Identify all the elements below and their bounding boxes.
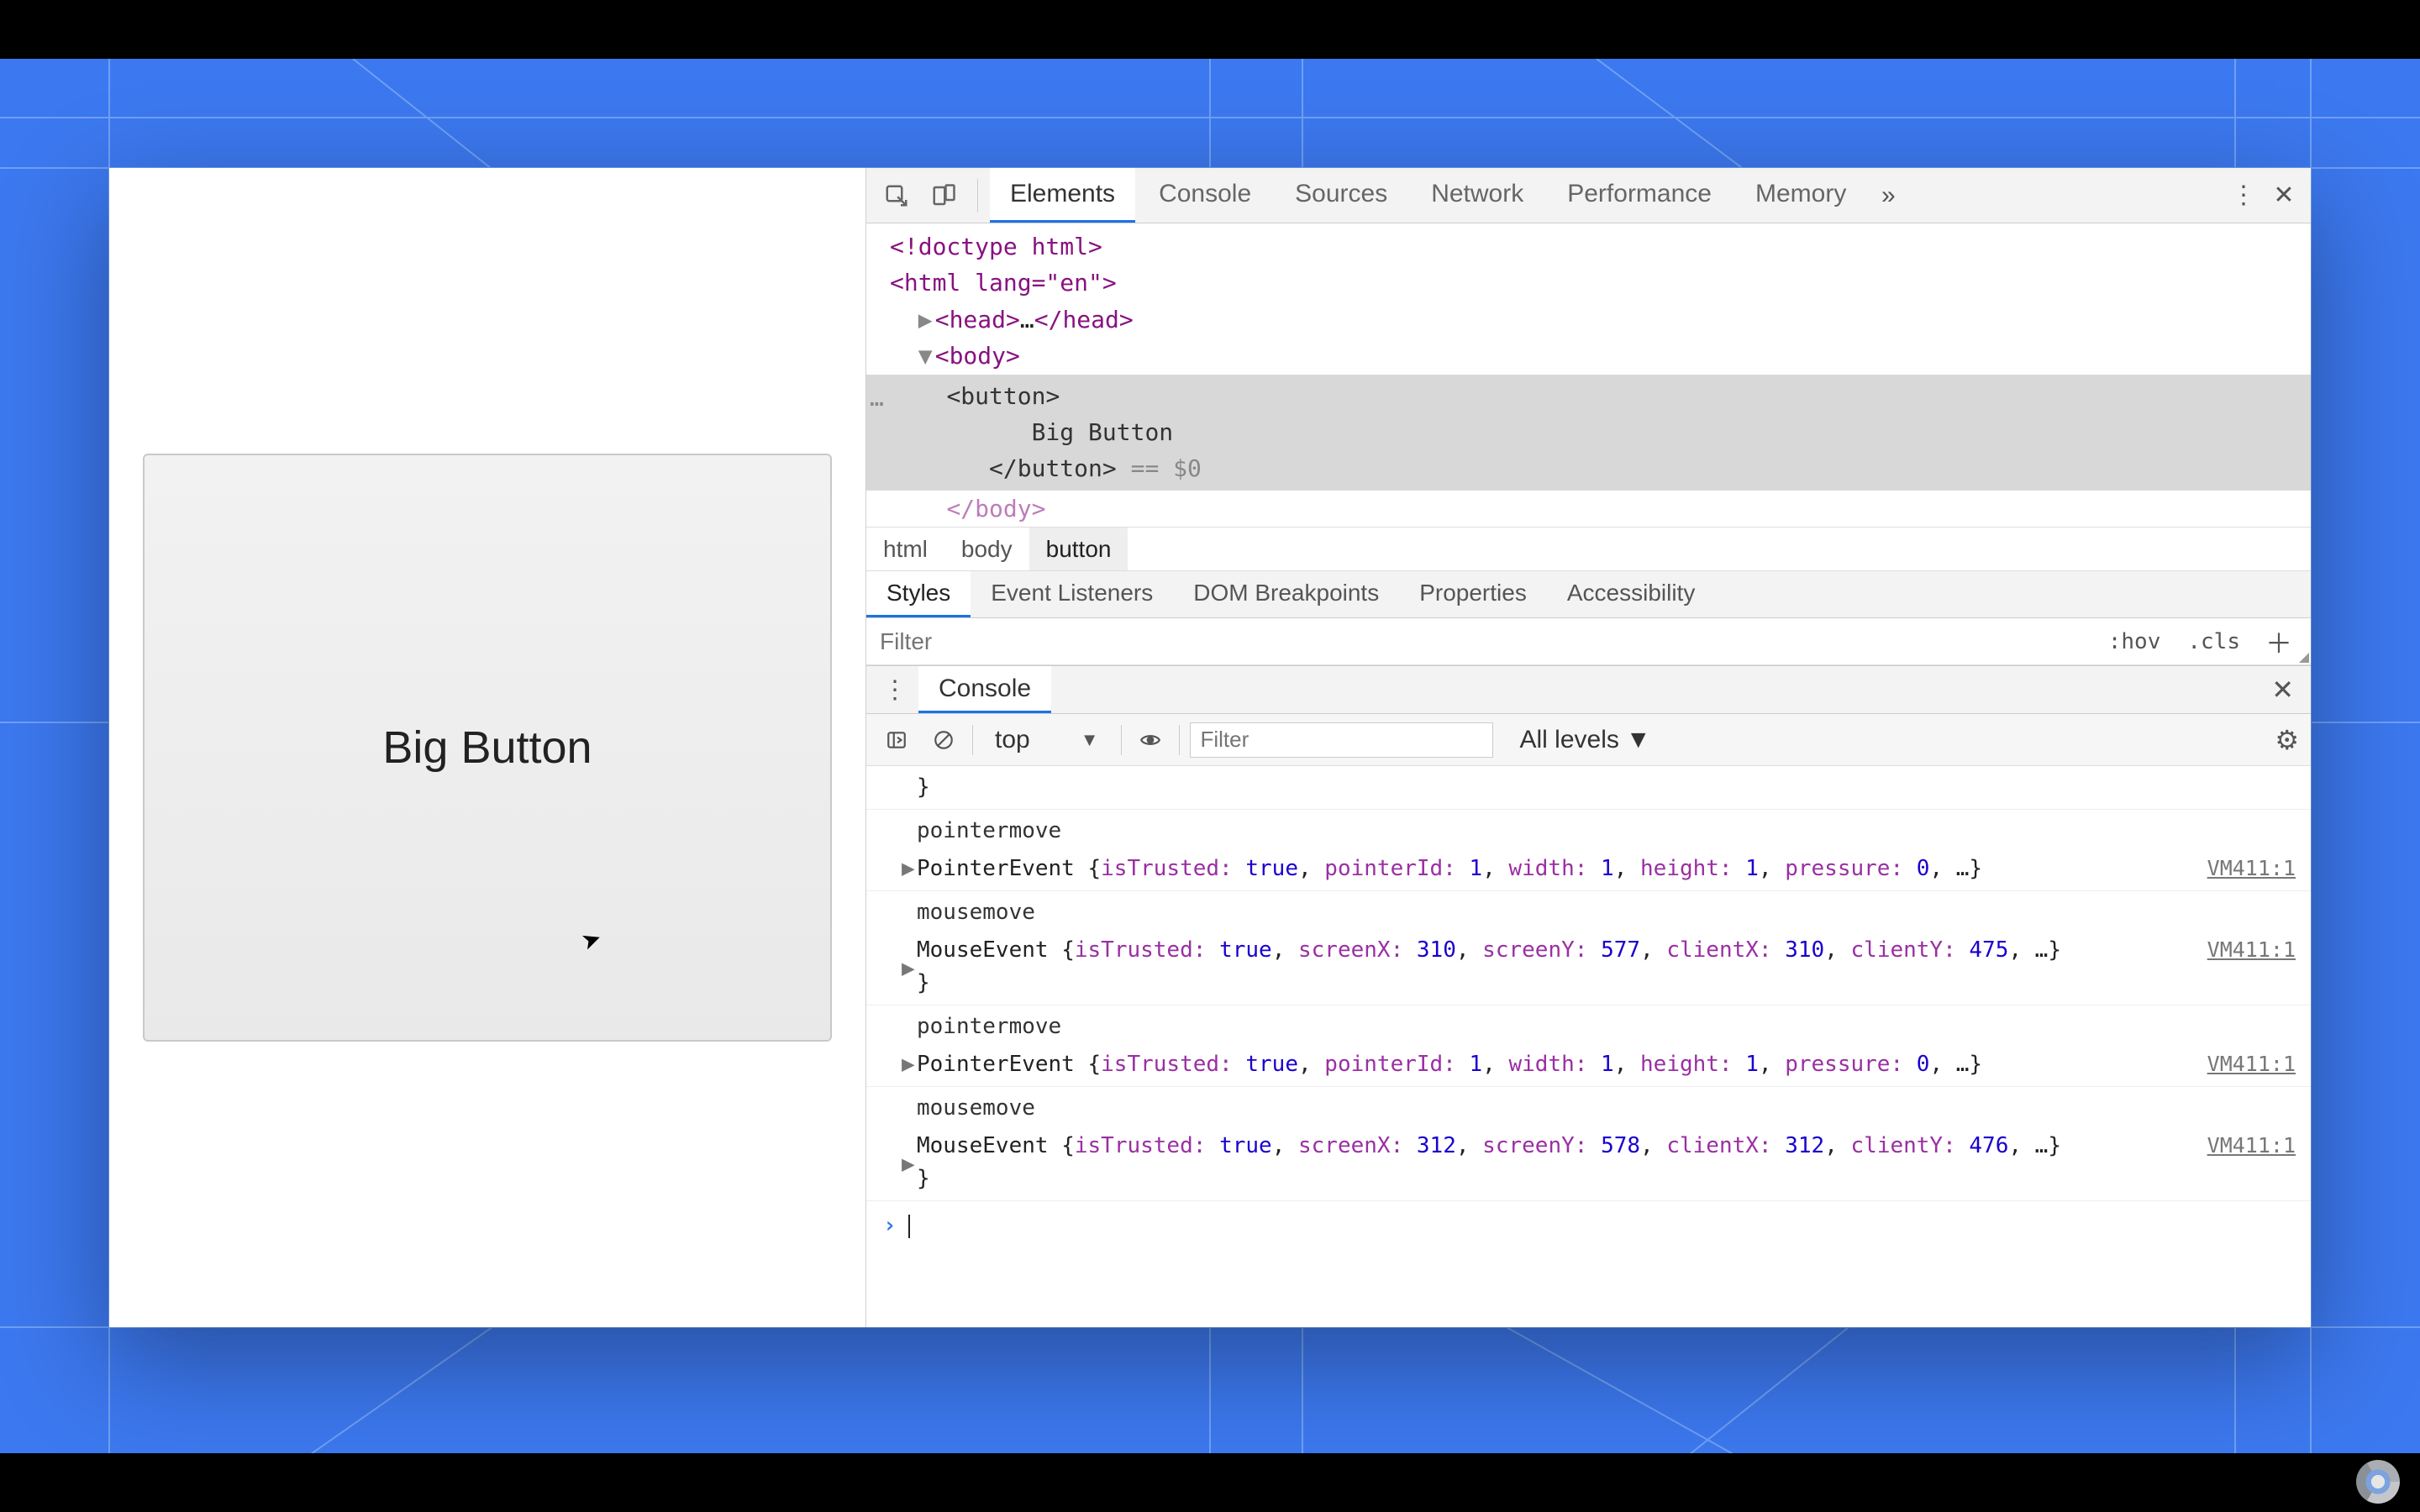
text-caret: [908, 1215, 910, 1238]
log-levels-select[interactable]: All levels ▼: [1503, 726, 1651, 754]
tab-elements[interactable]: Elements: [990, 168, 1135, 223]
log-source-link[interactable]: VM411:1: [2207, 853, 2296, 885]
expand-caret-icon[interactable]: ▶: [902, 1148, 915, 1181]
styles-filter-row: :hov .cls ＋: [866, 618, 2311, 665]
console-filter-input[interactable]: [1190, 722, 1493, 758]
selected-dom-node[interactable]: … <button> Big Button </button> == $0: [866, 375, 2311, 491]
live-expression-icon[interactable]: [1132, 722, 1169, 759]
elements-dom-tree[interactable]: <!doctype html> <html lang="en"> ▶<head>…: [866, 223, 2311, 528]
subtab-dom-breakpoints[interactable]: DOM Breakpoints: [1173, 571, 1399, 617]
tab-performance[interactable]: Performance: [1547, 168, 1732, 223]
styles-subtabs: Styles Event Listeners DOM Breakpoints P…: [866, 571, 2311, 618]
log-source-link[interactable]: VM411:1: [2207, 1130, 2296, 1162]
mouse-cursor-icon: ➤: [577, 923, 605, 956]
big-button-label: Big Button: [382, 722, 592, 774]
crumb-button[interactable]: button: [1029, 528, 1128, 570]
log-source-link[interactable]: VM411:1: [2207, 1048, 2296, 1080]
tab-sources[interactable]: Sources: [1275, 168, 1407, 223]
expand-caret-icon[interactable]: ▶: [902, 1048, 915, 1081]
subtab-event-listeners[interactable]: Event Listeners: [971, 571, 1173, 617]
tabs-overflow-icon[interactable]: »: [1870, 177, 1907, 214]
console-sidebar-toggle-icon[interactable]: [878, 722, 915, 759]
console-log-area[interactable]: } pointermove ▶ PointerEvent {isTrusted:…: [866, 766, 2311, 1327]
chrome-logo-icon: [2356, 1460, 2400, 1504]
inspect-element-icon[interactable]: [875, 177, 918, 214]
prompt-chevron-icon: ›: [883, 1210, 897, 1242]
log-label: mousemove: [866, 891, 2311, 929]
console-drawer-header: ⋮ Console ✕: [866, 665, 2311, 714]
styles-filter-input[interactable]: [880, 628, 2088, 655]
log-line[interactable]: ▶ MouseEvent {isTrusted: true, screenX: …: [866, 1125, 2311, 1201]
log-source-link[interactable]: VM411:1: [2207, 934, 2296, 966]
tab-console[interactable]: Console: [1139, 168, 1271, 223]
console-drawer-menu-icon[interactable]: ⋮: [876, 671, 913, 708]
log-line[interactable]: ▶ PointerEvent {isTrusted: true, pointer…: [866, 848, 2311, 891]
tab-memory[interactable]: Memory: [1735, 168, 1866, 223]
log-label: mousemove: [866, 1087, 2311, 1125]
crumb-body[interactable]: body: [944, 528, 1029, 570]
chevron-down-icon: ▼: [1626, 726, 1651, 754]
crumb-html[interactable]: html: [866, 528, 944, 570]
tab-network[interactable]: Network: [1411, 168, 1544, 223]
page-preview-pane: Big Button ➤: [109, 168, 865, 1327]
dom-breadcrumbs: html body button: [866, 528, 2311, 571]
resize-corner-icon[interactable]: [2299, 653, 2309, 663]
log-line[interactable]: ▶ PointerEvent {isTrusted: true, pointer…: [866, 1043, 2311, 1087]
new-style-rule-icon[interactable]: ＋: [2260, 622, 2297, 661]
hov-toggle[interactable]: :hov: [2102, 627, 2168, 656]
log-line[interactable]: }: [866, 766, 2311, 810]
devtools-close-icon[interactable]: ✕: [2265, 177, 2302, 214]
devtools-menu-icon[interactable]: ⋮: [2225, 177, 2262, 214]
console-settings-icon[interactable]: ⚙: [2275, 724, 2299, 756]
subtab-styles[interactable]: Styles: [866, 571, 971, 617]
device-toolbar-icon[interactable]: [922, 177, 965, 214]
console-drawer-tab[interactable]: Console: [918, 666, 1051, 713]
devtools-tabbar: Elements Console Sources Network Perform…: [866, 168, 2311, 223]
chevron-down-icon: ▼: [1081, 729, 1099, 751]
execution-context-select[interactable]: top ▼: [983, 722, 1111, 758]
console-prompt[interactable]: ›: [866, 1201, 2311, 1251]
expand-caret-icon[interactable]: ▶: [902, 853, 915, 885]
clear-console-icon[interactable]: [925, 722, 962, 759]
devtools-panel: Elements Console Sources Network Perform…: [865, 168, 2311, 1327]
log-line[interactable]: ▶ MouseEvent {isTrusted: true, screenX: …: [866, 929, 2311, 1005]
log-label: pointermove: [866, 810, 2311, 848]
expand-caret-icon[interactable]: ▶: [902, 953, 915, 985]
console-drawer-close-icon[interactable]: ✕: [2265, 674, 2301, 706]
console-toolbar: top ▼ All levels ▼ ⚙: [866, 714, 2311, 766]
cls-toggle[interactable]: .cls: [2181, 627, 2247, 656]
app-window: Big Button ➤ Elements Console Sources Ne…: [109, 168, 2311, 1327]
subtab-accessibility[interactable]: Accessibility: [1547, 571, 1715, 617]
big-button[interactable]: Big Button ➤: [143, 454, 832, 1042]
subtab-properties[interactable]: Properties: [1399, 571, 1547, 617]
log-label: pointermove: [866, 1005, 2311, 1043]
